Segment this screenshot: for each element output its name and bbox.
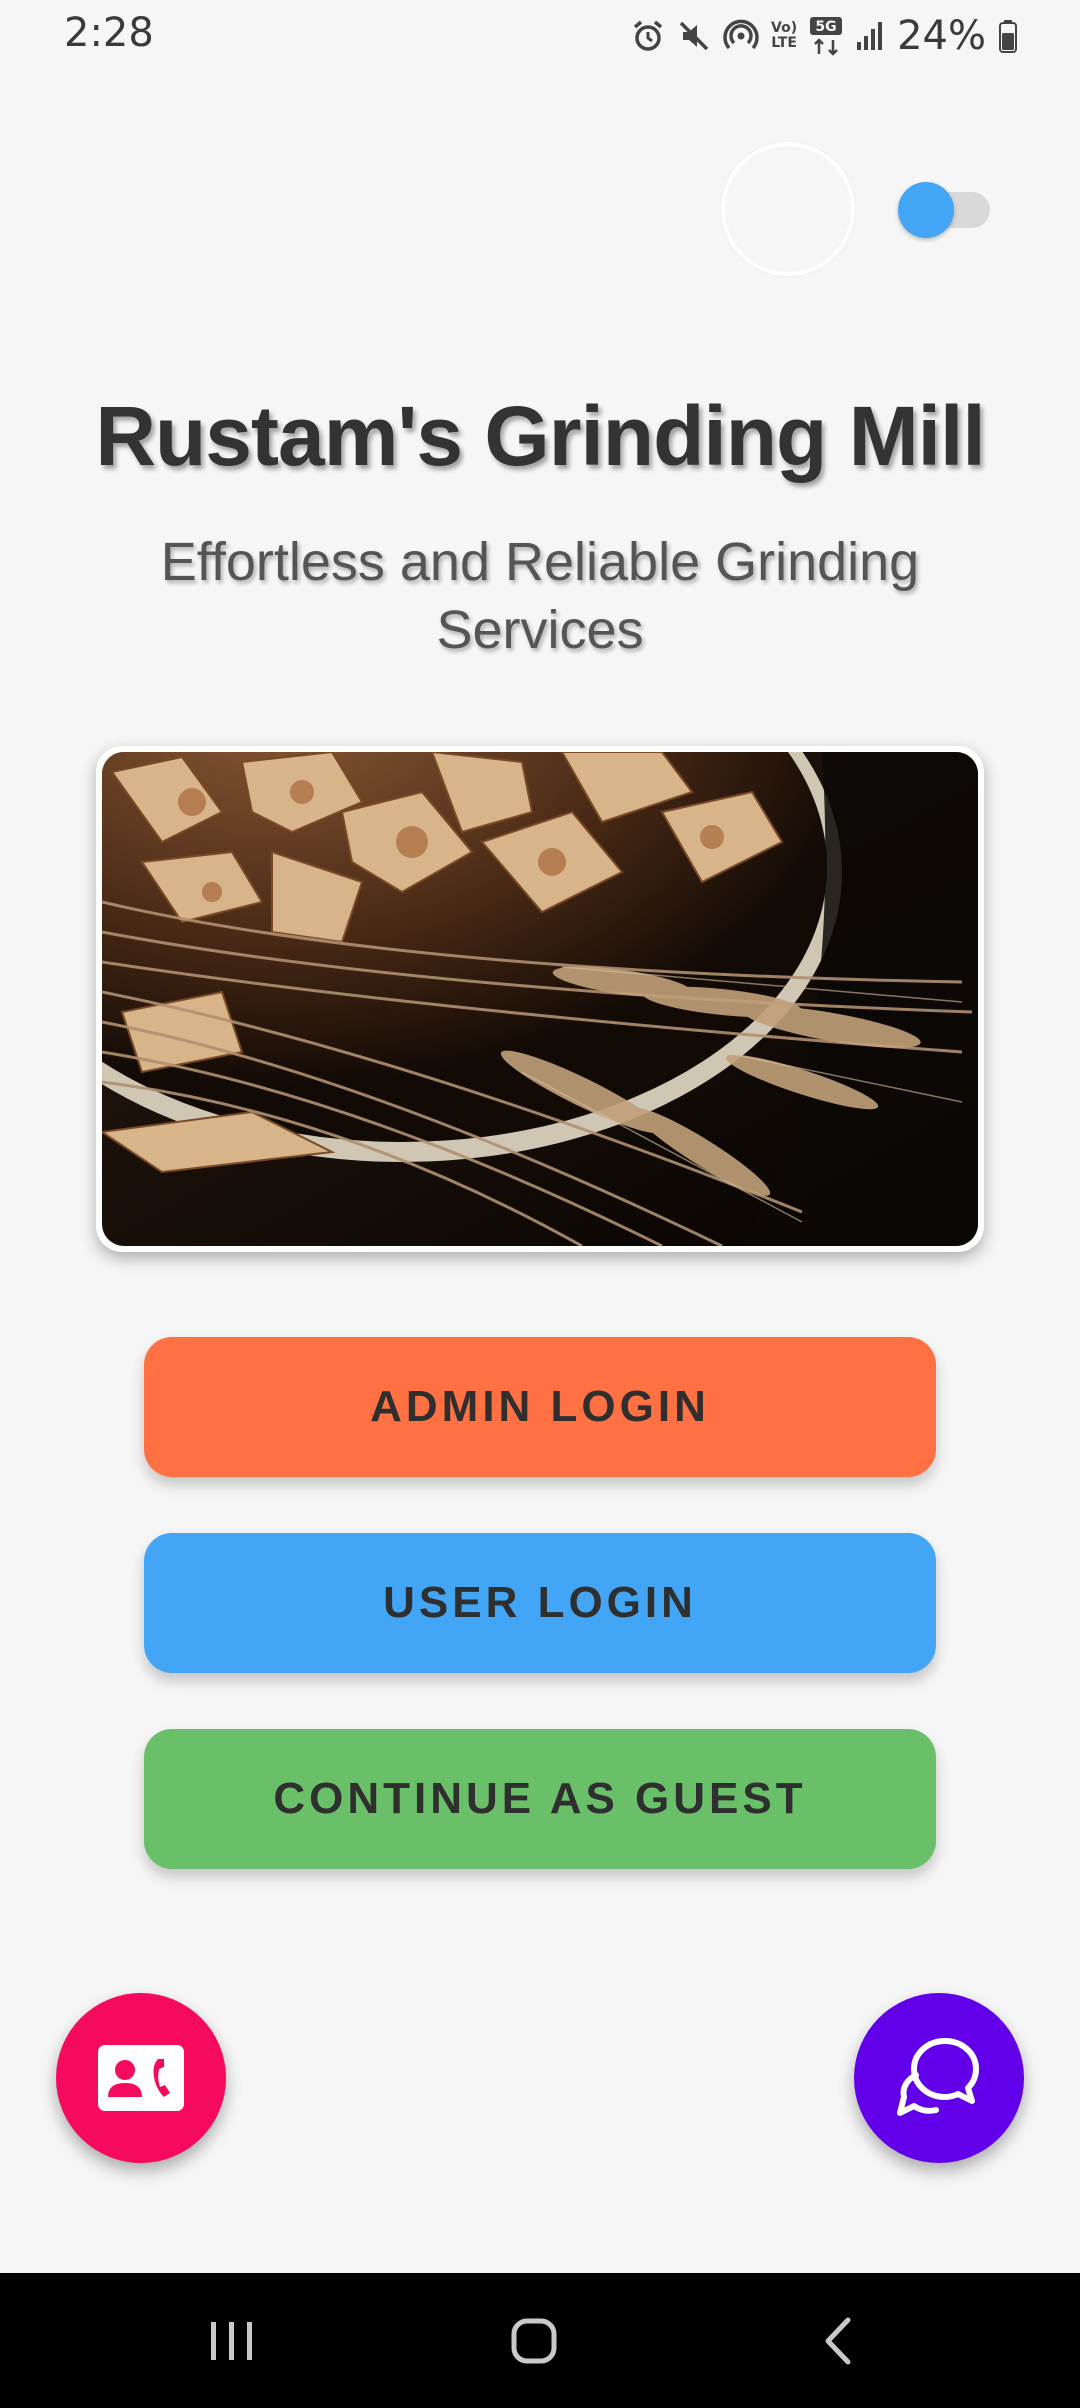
battery-icon [999, 20, 1017, 53]
chat-bubbles-icon [897, 2038, 979, 2116]
hero-image [96, 746, 984, 1252]
chat-button[interactable] [854, 1993, 1024, 2163]
toggle-thumb [898, 182, 954, 238]
alarm-icon [633, 20, 663, 51]
hotspot-icon [723, 19, 759, 50]
battery-percent: 24% [897, 13, 986, 59]
signal-icon [857, 22, 883, 50]
admin-login-button[interactable]: ADMIN LOGIN [144, 1337, 936, 1477]
recent-apps-button[interactable] [192, 2303, 272, 2379]
theme-toggle[interactable] [898, 182, 994, 238]
home-icon [511, 2318, 557, 2364]
wheat-and-pie-photo [102, 752, 978, 1246]
status-time: 2:28 [64, 10, 154, 56]
volte-icon: Vo) LTE [771, 20, 798, 51]
page-subtitle: Effortless and Reliable Grinding Service… [160, 532, 920, 660]
page-title: Rustam's Grinding Mill [95, 389, 985, 483]
5g-label: 5G [815, 19, 836, 35]
system-nav-bar [0, 2273, 1080, 2408]
contact-card-icon [98, 2045, 184, 2111]
mute-icon [679, 21, 709, 51]
back-button[interactable] [798, 2303, 878, 2379]
home-button[interactable] [494, 2303, 574, 2379]
avatar[interactable] [721, 142, 855, 276]
status-bar: 2:28 Vo) LTE 5G 24% [0, 0, 1080, 72]
back-icon [825, 2317, 851, 2365]
status-icons: Vo) LTE 5G 24% [631, 12, 1018, 60]
5g-icon: 5G [810, 17, 843, 56]
contact-button[interactable] [56, 1993, 226, 2163]
recent-apps-icon [211, 2322, 252, 2360]
continue-as-guest-button[interactable]: CONTINUE AS GUEST [144, 1729, 936, 1869]
user-login-button[interactable]: USER LOGIN [144, 1533, 936, 1673]
